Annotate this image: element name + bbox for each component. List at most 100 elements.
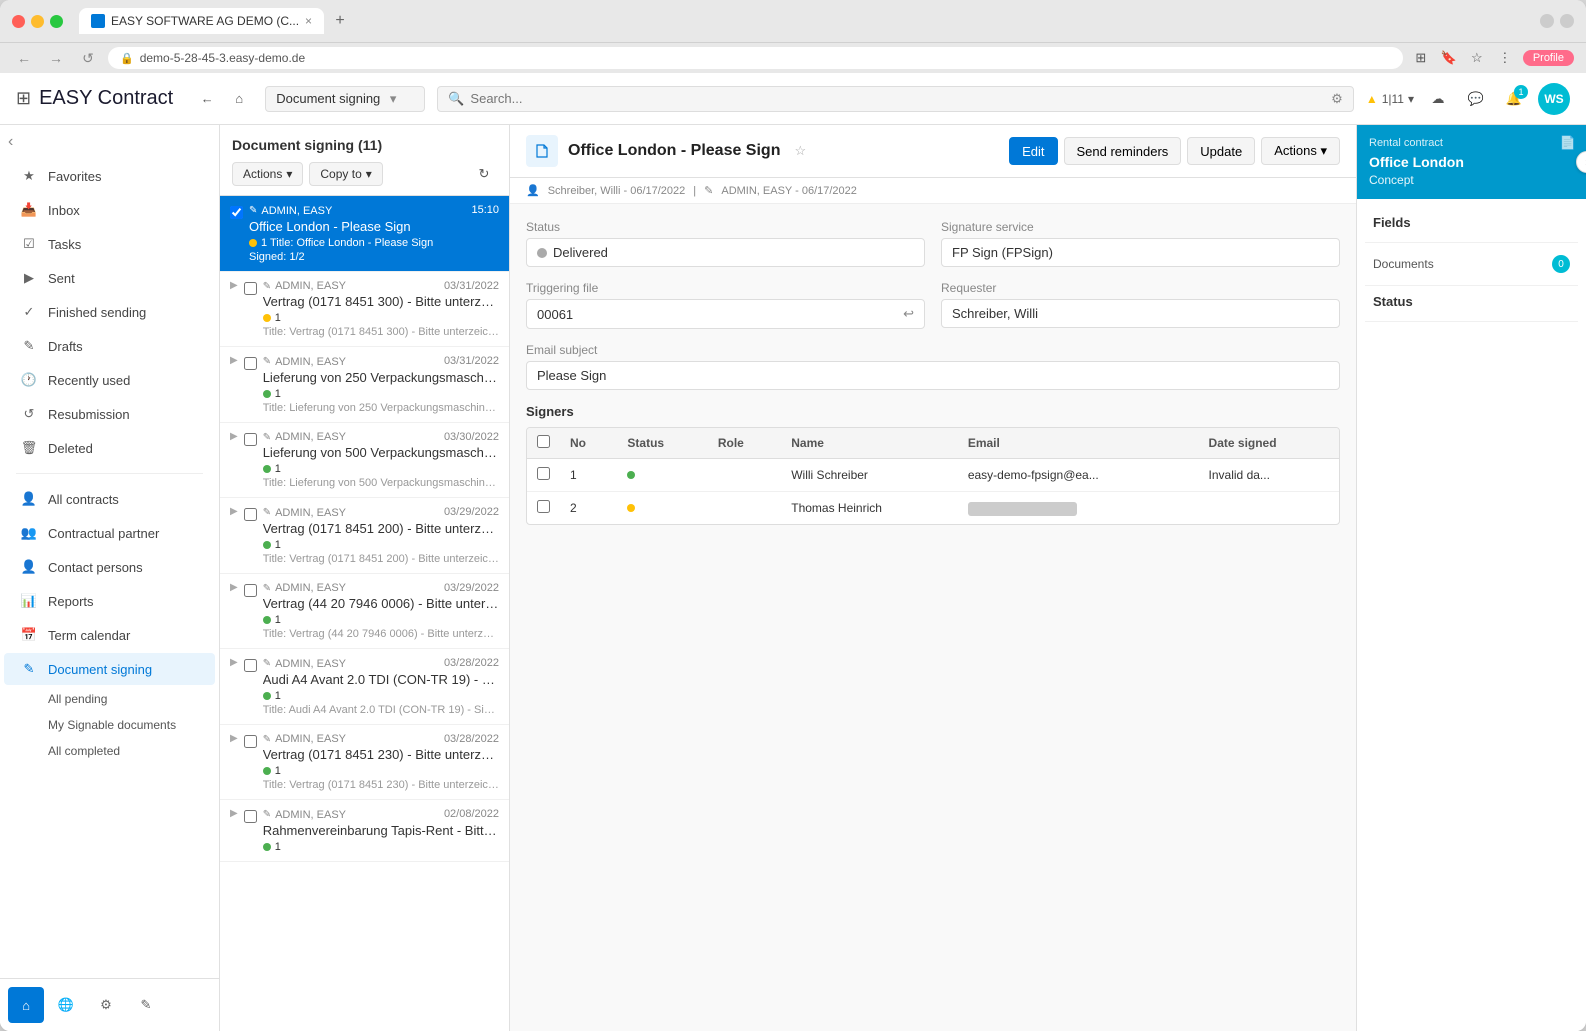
list-item[interactable]: ▶ ✎ ADMIN, EASY 03/29/2022 Vertrag (44 2… — [220, 574, 509, 650]
nav-home-icon[interactable]: ⌂ — [225, 85, 253, 113]
edit-button[interactable]: Edit — [1009, 137, 1057, 165]
sidebar-item-finished-sending[interactable]: ✓ Finished sending — [4, 296, 215, 328]
update-button[interactable]: Update — [1187, 137, 1255, 165]
select-all-checkbox[interactable] — [537, 435, 550, 448]
expand-arrow[interactable]: ▶ — [230, 431, 238, 442]
list-actions-button[interactable]: Actions ▾ — [232, 162, 303, 186]
sidebar-item-tasks[interactable]: ☑ Tasks — [4, 228, 215, 260]
expand-arrow[interactable]: ▶ — [230, 506, 238, 517]
search-input[interactable] — [470, 91, 1325, 106]
traffic-light-green[interactable] — [50, 15, 63, 28]
nav-forward-button[interactable]: → — [44, 50, 68, 66]
list-item[interactable]: ▶ ✎ ADMIN, EASY 03/28/2022 Audi A4 Avant… — [220, 649, 509, 725]
list-item[interactable]: ▶ ✎ ADMIN, EASY 02/08/2022 Rahmenvereinb… — [220, 800, 509, 862]
list-item-checkbox[interactable] — [244, 735, 257, 748]
expand-arrow[interactable]: ▶ — [230, 733, 238, 744]
grid-icon[interactable]: ⊞ — [16, 88, 31, 109]
signer-checkbox[interactable] — [527, 459, 560, 492]
expand-arrow[interactable]: ▶ — [230, 280, 238, 291]
browser-tab[interactable]: EASY SOFTWARE AG DEMO (C... × — [79, 8, 324, 34]
signer-checkbox[interactable] — [527, 492, 560, 525]
sidebar-child-all-completed[interactable]: All completed — [4, 739, 215, 763]
list-item-checkbox[interactable] — [244, 357, 257, 370]
send-reminders-button[interactable]: Send reminders — [1064, 137, 1182, 165]
sidebar-item-drafts[interactable]: ✎ Drafts — [4, 330, 215, 362]
signer-checkbox-2[interactable] — [537, 500, 550, 513]
user-avatar[interactable]: WS — [1538, 83, 1570, 115]
list-item-date: 03/29/2022 — [444, 582, 499, 594]
expand-arrow[interactable]: ▶ — [230, 355, 238, 366]
chat-icon[interactable]: 💬 — [1462, 85, 1490, 113]
traffic-light-red[interactable] — [12, 15, 25, 28]
sidebar-item-deleted[interactable]: 🗑 Deleted — [4, 432, 215, 464]
expand-arrow[interactable]: ▶ — [230, 582, 238, 593]
actions-button[interactable]: Actions ▾ — [1261, 137, 1340, 165]
sidebar-item-resubmission[interactable]: ↺ Resubmission — [4, 398, 215, 430]
notification-icon[interactable]: 🔔 1 — [1500, 85, 1528, 113]
nav-reload-button[interactable]: ↺ — [76, 50, 100, 67]
list-item-checkbox[interactable] — [244, 433, 257, 446]
list-item[interactable]: ▶ ✎ ADMIN, EASY 03/29/2022 Vertrag (0171… — [220, 498, 509, 574]
sidebar-child-all-pending[interactable]: All pending — [4, 687, 215, 711]
traffic-expand[interactable]: ▾ — [1408, 92, 1414, 106]
filter-icon[interactable]: ⚙ — [1331, 91, 1343, 107]
sidebar-item-reports[interactable]: 📊 Reports — [4, 585, 215, 617]
sidebar-item-term-calendar[interactable]: 📅 Term calendar — [4, 619, 215, 651]
settings-icon[interactable]: ⋮ — [1495, 48, 1515, 68]
list-item[interactable]: ▶ ✎ ADMIN, EASY 03/31/2022 Vertrag (0171… — [220, 272, 509, 348]
list-copy-to-button[interactable]: Copy to ▾ — [309, 162, 382, 186]
rp-section-title-status[interactable]: Status — [1373, 294, 1570, 309]
list-item[interactable]: ▶ ✎ ADMIN, EASY 03/28/2022 Vertrag (0171… — [220, 725, 509, 801]
nav-back-button[interactable]: ← — [12, 50, 36, 66]
upload-icon[interactable]: ☁ — [1424, 85, 1452, 113]
list-item[interactable]: ✎ ADMIN, EASY 15:10 Office London - Plea… — [220, 196, 509, 272]
list-item[interactable]: ▶ ✎ ADMIN, EASY 03/31/2022 Lieferung von… — [220, 347, 509, 423]
favorite-star-icon[interactable]: ☆ — [794, 143, 806, 159]
sidebar-item-inbox[interactable]: 📥 Inbox — [4, 194, 215, 226]
list-item-checkbox[interactable] — [230, 206, 243, 219]
bookmark-icon[interactable]: 🔖 — [1439, 48, 1459, 68]
list-item-checkbox[interactable] — [244, 508, 257, 521]
sidebar-label-sent: Sent — [48, 271, 75, 286]
address-bar[interactable]: 🔒 demo-5-28-45-3.easy-demo.de — [108, 47, 1403, 69]
signer-checkbox-1[interactable] — [537, 467, 550, 480]
link-icon[interactable]: ↩ — [903, 306, 914, 322]
traffic-light-yellow[interactable] — [31, 15, 44, 28]
bottom-home-button[interactable]: ⌂ — [8, 987, 44, 1023]
list-item-checkbox[interactable] — [244, 810, 257, 823]
star-icon[interactable]: ☆ — [1467, 48, 1487, 68]
bottom-sign-button[interactable]: ✎ — [128, 987, 164, 1023]
sidebar-item-all-contracts[interactable]: 👤 All contracts — [4, 483, 215, 515]
sidebar-item-contact-persons[interactable]: 👤 Contact persons — [4, 551, 215, 583]
list-refresh-button[interactable]: ↻ — [471, 161, 497, 187]
sidebar-item-sent[interactable]: ▶ Sent — [4, 262, 215, 294]
module-dropdown[interactable]: Document signing ▾ — [265, 86, 425, 112]
bottom-globe-button[interactable]: 🌐 — [48, 987, 84, 1023]
list-item-checkbox[interactable] — [244, 282, 257, 295]
nav-back-icon[interactable]: ← — [193, 85, 221, 113]
email-subject-value: Please Sign — [537, 368, 606, 383]
collapse-icon[interactable]: ‹ — [8, 133, 13, 151]
list-item[interactable]: ▶ ✎ ADMIN, EASY 03/30/2022 Lieferung von… — [220, 423, 509, 499]
bottom-settings-button[interactable]: ⚙ — [88, 987, 124, 1023]
rp-section-title-fields[interactable]: Fields — [1373, 215, 1570, 230]
extension-icon[interactable]: ⊞ — [1411, 48, 1431, 68]
profile-button[interactable]: Profile — [1523, 50, 1574, 66]
new-tab-button[interactable]: + — [328, 9, 352, 33]
expand-arrow[interactable]: ▶ — [230, 808, 238, 819]
rp-documents-label[interactable]: Documents — [1373, 257, 1434, 271]
right-panel-nav-button[interactable]: › — [1576, 151, 1586, 173]
expand-arrow[interactable]: ▶ — [230, 657, 238, 668]
list-item-checkbox[interactable] — [244, 659, 257, 672]
tab-close[interactable]: × — [305, 14, 312, 28]
sidebar-collapse-button[interactable]: ‹ — [0, 125, 219, 159]
window-btn[interactable] — [1560, 14, 1574, 28]
list-item-checkbox[interactable] — [244, 584, 257, 597]
list-item-author: ✎ ADMIN, EASY — [263, 507, 346, 519]
sidebar-child-my-signable[interactable]: My Signable documents — [4, 713, 215, 737]
window-btn[interactable] — [1540, 14, 1554, 28]
sidebar-item-contractual-partner[interactable]: 👥 Contractual partner — [4, 517, 215, 549]
sidebar-item-favorites[interactable]: ★ Favorites — [4, 160, 215, 192]
sidebar-item-recently-used[interactable]: 🕐 Recently used — [4, 364, 215, 396]
sidebar-item-document-signing[interactable]: ✎ Document signing — [4, 653, 215, 685]
